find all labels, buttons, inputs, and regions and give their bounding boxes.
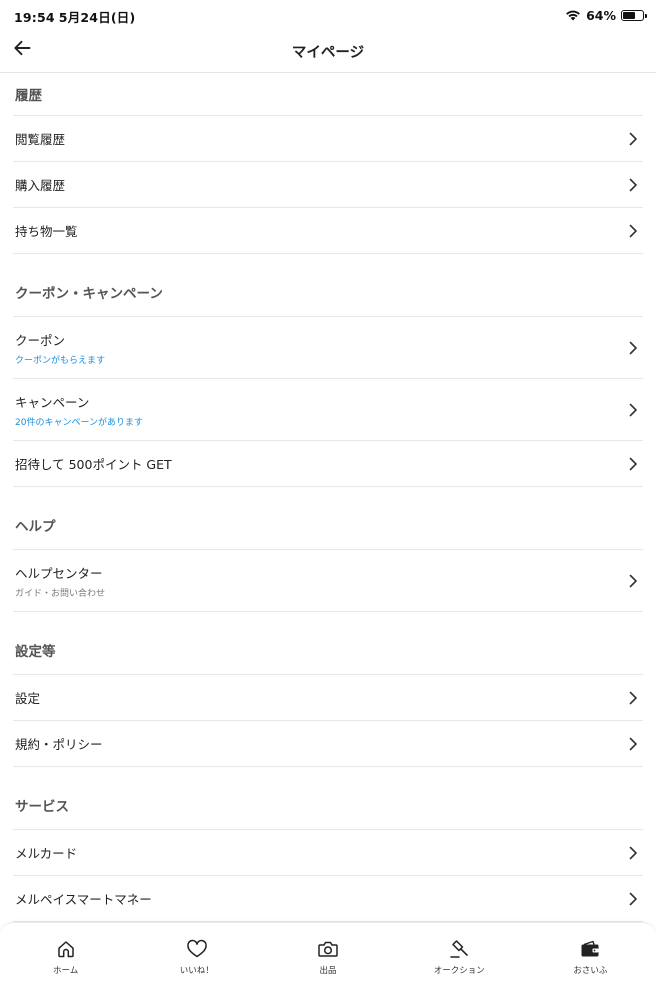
menu-item-label: キャンペーン <box>15 394 90 410</box>
chevron-right-icon <box>627 456 639 472</box>
menu-item-belongings[interactable]: 持ち物一覧 <box>13 207 643 253</box>
tab-likes[interactable]: いいね！ <box>131 923 262 999</box>
section-title: 設定等 <box>15 644 56 660</box>
menu-item-campaign[interactable]: キャンペーン 20件のキャンペーンがあります <box>13 378 643 440</box>
mypage-menu: 履歴 閲覧履歴 購入履歴 持ち物一覧 クーポン・キャンペーン クーポン クーポン… <box>0 73 656 922</box>
status-clock: 19:54 5月24日(日) <box>14 7 135 26</box>
home-icon <box>54 938 78 960</box>
page-title: マイページ <box>291 45 365 61</box>
tab-label: おさいふ <box>573 966 608 976</box>
status-indicators: 64% <box>565 6 647 25</box>
menu-item-help-center[interactable]: ヘルプセンター ガイド・お問い合わせ <box>13 549 643 611</box>
menu-item-label: 規約・ポリシー <box>15 737 103 752</box>
menu-item-subtitle: ガイド・お問い合わせ <box>15 588 106 599</box>
status-time: 19:54 <box>14 10 55 25</box>
menu-item-settings[interactable]: 設定 <box>13 674 643 720</box>
gavel-icon <box>447 938 471 960</box>
section-header-services: サービス <box>0 767 643 829</box>
tab-label: 出品 <box>319 966 337 976</box>
tab-label: オークション <box>433 966 485 976</box>
chevron-right-icon <box>627 845 639 861</box>
menu-item-merucard[interactable]: メルカード <box>13 829 643 875</box>
menu-item-purchase-history[interactable]: 購入履歴 <box>13 161 643 207</box>
chevron-right-icon <box>627 690 639 706</box>
section-header-history: 履歴 <box>0 73 643 115</box>
tab-auction[interactable]: オークション <box>394 923 525 999</box>
nav-bar: マイページ <box>0 28 656 73</box>
wallet-icon <box>578 938 602 960</box>
chevron-right-icon <box>627 573 639 589</box>
section-title: サービス <box>15 799 69 815</box>
battery-icon <box>621 10 647 21</box>
chevron-right-icon <box>627 223 639 239</box>
chevron-right-icon <box>627 131 639 147</box>
wifi-icon <box>565 6 581 25</box>
section-header-help: ヘルプ <box>0 487 643 549</box>
menu-item-label: ヘルプセンター <box>15 565 103 581</box>
tab-label: ホーム <box>52 966 79 976</box>
battery-percent: 64% <box>586 8 616 23</box>
menu-item-label: 持ち物一覧 <box>15 224 78 239</box>
section-title: ヘルプ <box>15 519 56 535</box>
menu-item-subtitle: クーポンがもらえます <box>15 355 106 366</box>
menu-item-invite[interactable]: 招待して 500ポイント GET <box>13 440 643 486</box>
chevron-right-icon <box>627 402 639 418</box>
menu-item-merpay-smart-money[interactable]: メルペイスマートマネー <box>13 875 643 921</box>
menu-item-coupon[interactable]: クーポン クーポンがもらえます <box>13 316 643 378</box>
tab-sell[interactable]: 出品 <box>262 923 393 999</box>
heart-icon <box>185 938 209 960</box>
status-bar: 19:54 5月24日(日) 64% <box>0 0 656 28</box>
menu-item-terms-policy[interactable]: 規約・ポリシー <box>13 720 643 766</box>
menu-item-label: クーポン <box>15 332 66 348</box>
chevron-right-icon <box>627 340 639 356</box>
menu-item-label: 設定 <box>15 691 41 706</box>
camera-icon <box>316 938 340 960</box>
section-header-settings: 設定等 <box>0 612 643 674</box>
chevron-right-icon <box>627 736 639 752</box>
battery-level <box>623 12 636 19</box>
chevron-right-icon <box>627 891 639 907</box>
section-header-coupon: クーポン・キャンペーン <box>0 254 643 316</box>
menu-item-label: 閲覧履歴 <box>15 132 66 147</box>
tab-bar: ホーム いいね！ 出品 オークション おさいふ <box>0 922 656 999</box>
status-date: 5月24日(日) <box>58 10 136 25</box>
menu-item-label: メルカード <box>15 846 78 861</box>
tab-label: いいね！ <box>179 966 214 976</box>
section-title: クーポン・キャンペーン <box>15 286 163 302</box>
tab-wallet[interactable]: おさいふ <box>525 923 656 999</box>
menu-item-label: 購入履歴 <box>15 178 66 193</box>
menu-item-label: 招待して 500ポイント GET <box>15 457 172 472</box>
chevron-right-icon <box>627 177 639 193</box>
menu-item-browsing-history[interactable]: 閲覧履歴 <box>13 115 643 161</box>
menu-item-subtitle: 20件のキャンペーンがあります <box>15 417 144 428</box>
menu-item-label: メルペイスマートマネー <box>15 892 152 907</box>
section-title: 履歴 <box>15 88 42 104</box>
tab-home[interactable]: ホーム <box>0 923 131 999</box>
